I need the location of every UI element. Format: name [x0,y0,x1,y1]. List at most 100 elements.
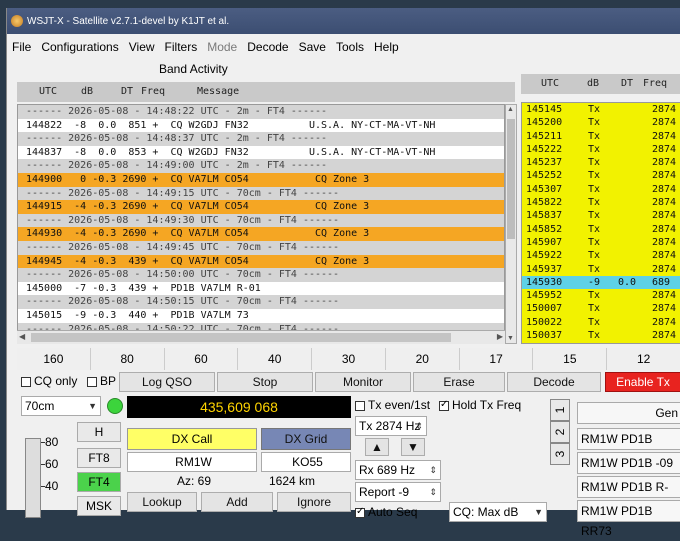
rx-row[interactable]: 145237 Tx 2874 [522,156,680,169]
dx-grid-button[interactable]: DX Grid [261,428,351,450]
rx-frequency-list[interactable]: 145145 Tx 2874 145200 Tx 2874 145211 Tx 2874 1452… [521,102,680,344]
decode-row[interactable]: 145000 -7 -0.3 439 + PD1B VA7LM R-01 [18,281,504,296]
band-20[interactable]: 20 [385,348,460,370]
tx-even-checkbox[interactable]: Tx even/1st [355,398,430,412]
rx-row[interactable]: 145930 -9 0.0 689 [522,275,680,290]
menu-save[interactable]: Save [294,40,331,54]
rx-row[interactable]: 145852 Tx 2874 [522,223,680,236]
tab-3[interactable]: 3 [550,443,570,465]
rx-to-tx-button[interactable]: ▼ [401,438,425,456]
erase-button[interactable]: Erase [413,372,505,392]
tx-even-box[interactable] [355,400,365,411]
rx-row[interactable]: 145252 Tx 2874 [522,169,680,182]
band-activity-list[interactable]: ------ 2026-05-08 - 14:48:22 UTC - 2m - … [17,104,505,344]
band-select[interactable]: 70cm ▼ [21,396,101,416]
rx-row[interactable]: 145822 Tx 2874 [522,196,680,209]
lookup-button[interactable]: Lookup [127,492,197,512]
menu-decode[interactable]: Decode [242,40,293,54]
band-activity-vscroll[interactable]: ▲ ▼ [505,104,517,344]
period-separator[interactable]: ------ 2026-05-08 - 14:49:00 UTC - 2m - … [18,159,504,173]
rx-row[interactable]: 145211 Tx 2874 [522,130,680,143]
period-separator[interactable]: ------ 2026-05-08 - 14:49:30 UTC - 70cm … [18,213,504,228]
monitor-button[interactable]: Monitor [315,372,411,392]
ft8-button[interactable]: FT8 [77,448,121,468]
hold-tx-checkbox[interactable]: Hold Tx Freq [439,398,521,412]
stop-button[interactable]: Stop [217,372,313,392]
menu-file[interactable]: File [7,40,36,54]
tx-to-rx-button[interactable]: ▲ [365,438,389,456]
band-60[interactable]: 60 [164,348,239,370]
period-separator[interactable]: ------ 2026-05-08 - 14:49:15 UTC - 70cm … [18,186,504,201]
tx-freq-spinbox[interactable]: Tx 2874 Hz ⇕ [355,416,427,436]
band-15[interactable]: 15 [533,348,608,370]
scroll-right-icon[interactable]: ▶ [497,332,503,341]
band-160[interactable]: 160 [17,348,91,370]
period-separator[interactable]: ------ 2026-05-08 - 14:48:22 UTC - 2m - … [18,105,504,119]
menu-view[interactable]: View [124,40,160,54]
tab-2[interactable]: 2 [550,421,570,443]
bp-box[interactable] [87,376,97,387]
cq-max-select[interactable]: CQ: Max dB ▼ [449,502,547,522]
bp-checkbox[interactable]: BP [87,374,116,388]
decode-row[interactable]: 145015 -9 -0.3 440 + PD1B VA7LM 73 [18,308,504,323]
menu-configurations[interactable]: Configurations [36,40,123,54]
tab-1[interactable]: 1 [550,399,570,421]
decode-row[interactable]: 144945 -4 -0.3 439 + CQ VA7LM CO54 CQ Zo… [18,254,504,269]
generate-msgs-button[interactable]: Gen [577,402,680,424]
rx-row[interactable]: 145952 Tx 2874 [522,289,680,302]
add-button[interactable]: Add [201,492,273,512]
rx-row[interactable]: 150037 Tx 2874 [522,329,680,342]
dx-call-field[interactable]: RM1W [127,452,257,472]
ft4-button[interactable]: FT4 [77,472,121,492]
decode-row[interactable]: 144837 -8 0.0 853 + CQ W2GDJ FN32 U.S.A.… [18,145,504,160]
decode-button[interactable]: Decode [507,372,601,392]
decode-row[interactable]: 144822 -8 0.0 851 + CQ W2GDJ FN32 U.S.A.… [18,118,504,133]
report-spinbox[interactable]: Report -9 ⇕ [355,482,441,502]
rx-row[interactable]: 145200 Tx 2874 [522,116,680,129]
band-40[interactable]: 40 [238,348,313,370]
menu-filters[interactable]: Filters [160,40,203,54]
dx-call-button[interactable]: DX Call [127,428,257,450]
period-separator[interactable]: ------ 2026-05-08 - 14:50:00 UTC - 70cm … [18,268,504,282]
decode-row[interactable]: 144915 -4 -0.3 2690 + CQ VA7LM CO54 CQ Z… [18,200,504,214]
hold-tx-box[interactable] [439,399,449,411]
decode-row[interactable]: 144900 0 -0.3 2690 + CQ VA7LM CO54 CQ Zo… [18,172,504,187]
enable-tx-button[interactable]: Enable Tx [605,372,680,392]
menu-tools[interactable]: Tools [331,40,369,54]
auto-seq-box[interactable] [355,506,365,518]
menu-help[interactable]: Help [369,40,404,54]
scroll-thumb[interactable] [507,119,515,239]
log-qso-button[interactable]: Log QSO [119,372,215,392]
dx-grid-field[interactable]: KO55 [261,452,351,472]
msk-button[interactable]: MSK [77,496,121,516]
band-17[interactable]: 17 [459,348,534,370]
rx-row[interactable]: 145837 Tx 2874 [522,209,680,222]
scroll-up-icon[interactable]: ▲ [507,106,514,113]
rx-row[interactable]: 150007 Tx 2874 [522,302,680,315]
rx-row[interactable]: 145937 Tx 2874 [522,263,680,276]
cq-only-box[interactable] [21,376,31,387]
band-activity-hscroll[interactable]: ◀ ▶ [17,330,505,344]
band-80[interactable]: 80 [90,348,165,370]
cq-only-checkbox[interactable]: CQ only [21,374,77,388]
rx-row[interactable]: 145922 Tx 2874 [522,249,680,262]
rx-row[interactable]: 145222 Tx 2874 [522,143,680,156]
rx-row[interactable]: 150022 Tx 2874 [522,316,680,329]
ignore-button[interactable]: Ignore [277,492,351,512]
rx-freq-spinbox[interactable]: Rx 689 Hz ⇕ [355,460,441,480]
rx-row[interactable]: 145907 Tx 2874 [522,236,680,249]
period-separator[interactable]: ------ 2026-05-08 - 14:50:15 UTC - 70cm … [18,295,504,309]
tx-message-2[interactable]: RM1W PD1B -09 [577,452,680,474]
menu-mode[interactable]: Mode [202,40,242,54]
period-separator[interactable]: ------ 2026-05-08 - 14:48:37 UTC - 2m - … [18,132,504,146]
scroll-left-icon[interactable]: ◀ [19,332,25,341]
tx-message-3[interactable]: RM1W PD1B R-09 [577,476,680,514]
rx-row[interactable]: 145307 Tx 2874 [522,183,680,196]
scroll-down-icon[interactable]: ▼ [507,335,514,342]
period-separator[interactable]: ------ 2026-05-08 - 14:49:45 UTC - 70cm … [18,240,504,255]
auto-seq-checkbox[interactable]: Auto Seq [355,505,417,519]
rx-row[interactable]: 145145 Tx 2874 [522,103,680,116]
decode-row[interactable]: 144930 -4 -0.3 2690 + CQ VA7LM CO54 CQ Z… [18,227,504,241]
h-button[interactable]: H [77,422,121,442]
hscroll-thumb[interactable] [31,333,451,342]
